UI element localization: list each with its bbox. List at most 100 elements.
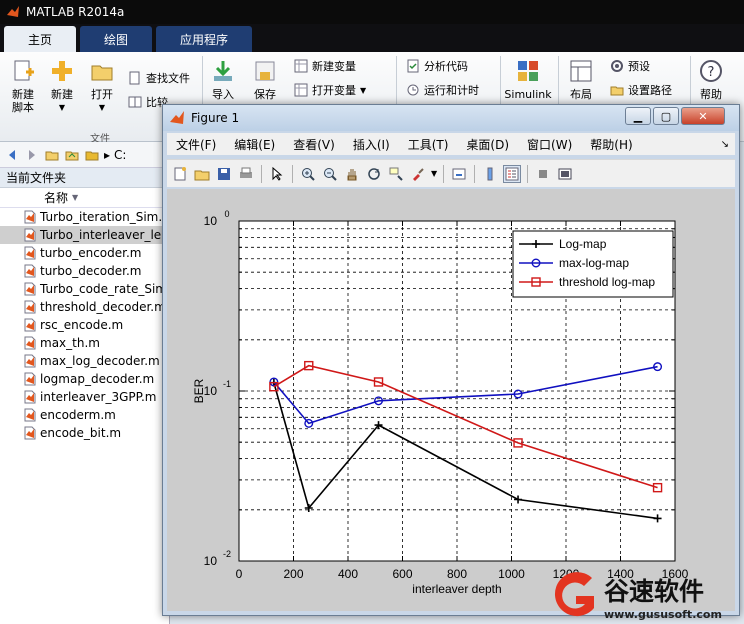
run-time-icon bbox=[407, 84, 419, 96]
zoom-out-icon[interactable] bbox=[321, 165, 339, 183]
m-file-icon bbox=[24, 408, 36, 422]
minimize-button[interactable]: ▁ bbox=[625, 107, 651, 125]
layout-label: 布局 bbox=[570, 88, 592, 101]
open-variable-button[interactable]: 打开变量 ▼ bbox=[294, 82, 366, 98]
file-list-item[interactable]: logmap_decoder.m bbox=[0, 370, 169, 388]
open-label: 打开 bbox=[91, 88, 113, 101]
back-arrow-icon[interactable] bbox=[4, 147, 20, 163]
file-list-item[interactable]: Turbo_interleaver_len bbox=[0, 226, 169, 244]
menu-tools[interactable]: 工具(T) bbox=[399, 136, 458, 153]
show-plot-tools-icon[interactable] bbox=[556, 165, 574, 183]
file-name: Turbo_code_rate_Sim bbox=[40, 282, 167, 296]
hide-plot-tools-icon[interactable] bbox=[534, 165, 552, 183]
browse-folder-icon[interactable] bbox=[64, 147, 80, 163]
import-label: 导入 bbox=[212, 88, 234, 101]
save-figure-icon[interactable] bbox=[215, 165, 233, 183]
help-button[interactable]: ? 帮助 bbox=[696, 58, 726, 101]
new-variable-label: 新建变量 bbox=[312, 60, 356, 73]
up-folder-icon[interactable] bbox=[44, 147, 60, 163]
set-path-button[interactable]: 设置路径 bbox=[610, 82, 672, 98]
chevron-down-icon: ▼ bbox=[360, 85, 367, 95]
file-list-item[interactable]: turbo_decoder.m bbox=[0, 262, 169, 280]
x-tick-label: 800 bbox=[447, 567, 467, 581]
brush-icon[interactable] bbox=[409, 165, 427, 183]
file-name: interleaver_3GPP.m bbox=[40, 390, 157, 404]
matlab-titlebar: MATLAB R2014a bbox=[0, 0, 744, 24]
layout-button[interactable]: 布局 bbox=[566, 58, 596, 101]
chevron-down-icon: ▼ bbox=[58, 103, 66, 112]
legend-icon[interactable] bbox=[503, 164, 522, 183]
tab-home[interactable]: 主页 bbox=[4, 26, 77, 52]
menu-insert[interactable]: 插入(I) bbox=[344, 136, 399, 153]
colorbar-icon[interactable] bbox=[481, 165, 499, 183]
menu-view[interactable]: 查看(V) bbox=[284, 136, 344, 153]
new-figure-icon[interactable] bbox=[171, 165, 189, 183]
file-list-item[interactable]: turbo_encoder.m bbox=[0, 244, 169, 262]
run-and-time-button[interactable]: 运行和计时 bbox=[406, 82, 479, 98]
save-icon bbox=[255, 61, 275, 81]
file-name: logmap_decoder.m bbox=[40, 372, 155, 386]
current-folder-panel: 当前文件夹 名称 ▼ Turbo_iteration_Sim.m Turbo_in… bbox=[0, 168, 170, 624]
dock-arrow-icon[interactable]: ↘ bbox=[721, 139, 729, 150]
tab-apps[interactable]: 应用程序 bbox=[156, 26, 253, 52]
m-file-icon bbox=[24, 282, 36, 296]
y-tick-exponent: 0 bbox=[224, 209, 229, 219]
name-column-header[interactable]: 名称 ▼ bbox=[0, 188, 169, 208]
menu-desktop[interactable]: 桌面(D) bbox=[457, 136, 518, 153]
file-list-item[interactable]: encode_bit.m bbox=[0, 424, 169, 442]
chevron-down-icon[interactable]: ▼ bbox=[431, 169, 437, 178]
import-button[interactable]: 导入 bbox=[208, 58, 238, 101]
file-list-item[interactable]: max_log_decoder.m bbox=[0, 352, 169, 370]
file-list-item[interactable]: encoderm.m bbox=[0, 406, 169, 424]
rotate-3d-icon[interactable] bbox=[365, 165, 383, 183]
find-files-button[interactable]: 查找文件 bbox=[128, 70, 190, 86]
layout-icon bbox=[570, 60, 592, 82]
zoom-in-icon[interactable] bbox=[299, 165, 317, 183]
file-list-item[interactable]: threshold_decoder.m bbox=[0, 298, 169, 316]
pan-hand-icon[interactable] bbox=[343, 165, 361, 183]
compare-icon bbox=[128, 96, 142, 108]
file-name: max_th.m bbox=[40, 336, 100, 350]
x-axis-label: interleaver depth bbox=[412, 582, 501, 596]
open-button[interactable]: 打开 ▼ bbox=[84, 58, 120, 114]
tab-plots[interactable]: 绘图 bbox=[80, 26, 153, 52]
link-plot-icon[interactable] bbox=[450, 165, 468, 183]
file-list-item[interactable]: interleaver_3GPP.m bbox=[0, 388, 169, 406]
watermark-url: www.gususoft.com bbox=[604, 608, 722, 621]
file-list-item[interactable]: Turbo_code_rate_Sim bbox=[0, 280, 169, 298]
current-path[interactable]: C: bbox=[114, 148, 126, 162]
save-button[interactable]: 保存 bbox=[250, 58, 280, 101]
data-cursor-icon[interactable] bbox=[387, 165, 405, 183]
y-tick-exponent: -2 bbox=[223, 549, 231, 559]
run-and-time-label: 运行和计时 bbox=[424, 84, 479, 97]
pointer-arrow-icon[interactable] bbox=[268, 165, 286, 183]
figure-canvas: 0 200 400 600 800 1000 1200 1400 1600 10 -2 10 -1 10 0… bbox=[167, 189, 735, 611]
gear-icon bbox=[611, 60, 623, 72]
new-script-button[interactable]: 新建 脚本 bbox=[6, 58, 40, 114]
close-icon: ✕ bbox=[698, 109, 708, 123]
maximize-button[interactable]: ▢ bbox=[653, 107, 679, 125]
file-name: threshold_decoder.m bbox=[40, 300, 166, 314]
set-path-label: 设置路径 bbox=[628, 84, 672, 97]
simulink-button[interactable]: Simulink bbox=[504, 58, 552, 101]
menu-window[interactable]: 窗口(W) bbox=[518, 136, 581, 153]
file-list-item[interactable]: Turbo_iteration_Sim.m bbox=[0, 208, 169, 226]
file-list-item[interactable]: max_th.m bbox=[0, 334, 169, 352]
print-icon[interactable] bbox=[237, 165, 255, 183]
x-tick-label: 200 bbox=[283, 567, 303, 581]
new-button[interactable]: 新建 ▼ bbox=[44, 58, 80, 114]
new-variable-button[interactable]: 新建变量 bbox=[294, 58, 356, 74]
open-file-icon[interactable] bbox=[193, 165, 211, 183]
preferences-button[interactable]: 预设 bbox=[610, 58, 650, 74]
menu-file[interactable]: 文件(F) bbox=[167, 136, 225, 153]
svg-text:?: ? bbox=[708, 65, 715, 80]
forward-arrow-icon[interactable] bbox=[24, 147, 40, 163]
close-button[interactable]: ✕ bbox=[681, 107, 725, 125]
menu-edit[interactable]: 编辑(E) bbox=[225, 136, 284, 153]
menu-help[interactable]: 帮助(H) bbox=[581, 136, 641, 153]
grid-plus-icon bbox=[294, 59, 308, 73]
m-file-icon bbox=[24, 318, 36, 332]
analyze-code-button[interactable]: 分析代码 bbox=[406, 58, 468, 74]
y-tick-label: 10 bbox=[204, 554, 218, 568]
file-list-item[interactable]: rsc_encode.m bbox=[0, 316, 169, 334]
